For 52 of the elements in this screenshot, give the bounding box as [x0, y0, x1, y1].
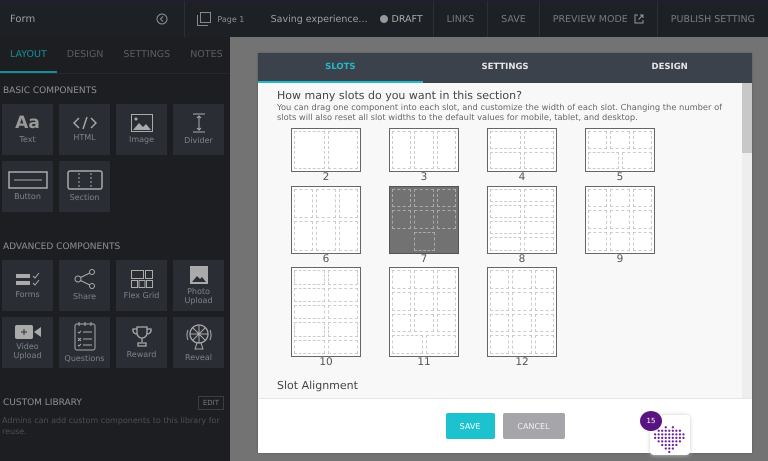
image-icon [130, 114, 152, 132]
text-icon: Aa [15, 114, 40, 132]
slots-heading: How many slots do you want in this section? [277, 89, 523, 102]
component-tile[interactable]: Reveal [173, 317, 224, 368]
pages-icon[interactable] [197, 12, 212, 26]
component-tile[interactable]: Divider [173, 104, 224, 155]
wheel-icon [184, 322, 212, 350]
html-icon [72, 116, 98, 130]
component-tile[interactable]: Photo Upload [173, 260, 224, 311]
component-tile[interactable]: HTML [59, 104, 110, 155]
component-tile[interactable]: Forms [2, 260, 53, 311]
component-tile[interactable]: Reward [116, 317, 167, 368]
page-name: Page 1 [217, 14, 244, 24]
component-tile[interactable]: Share [59, 260, 110, 311]
component-tile[interactable]: Flex Grid [116, 260, 167, 311]
group-title: BASIC COMPONENTS [2, 86, 98, 96]
save-button[interactable]: SAVE [446, 413, 494, 439]
modal-tab[interactable]: SETTINGS [422, 53, 588, 83]
trophy-icon [130, 325, 152, 348]
forms-icon [14, 271, 40, 288]
grid-icon [130, 270, 152, 288]
draft-status: DRAFT [380, 14, 423, 24]
component-tile[interactable]: Section [59, 161, 110, 212]
modal-tab[interactable]: DESIGN [587, 53, 752, 83]
modal-tab[interactable]: SLOTS [258, 53, 423, 83]
sidebar-tab[interactable]: SETTINGS [113, 37, 180, 73]
form-title: Form [10, 14, 36, 24]
component-tile[interactable]: Questions [59, 317, 110, 368]
share-icon [74, 269, 96, 290]
component-tile[interactable]: Video Upload [2, 317, 53, 368]
external-link-icon [634, 14, 644, 24]
video-icon [14, 324, 40, 339]
button-icon [8, 171, 48, 190]
sidebar-tab[interactable]: DESIGN [56, 37, 114, 73]
divider-icon [192, 113, 206, 134]
cancel-button[interactable]: CANCEL [502, 413, 564, 439]
back-circle-icon[interactable] [156, 13, 168, 25]
dotted-heart-icon [653, 425, 687, 455]
sidebar-tab[interactable]: LAYOUT [0, 37, 57, 73]
component-tile[interactable]: Aa Text [2, 104, 53, 155]
slots-description: You can drag one component into each slot, and customize the width of each slot. Changing the number of slots will also reset all slot widths to the default values for mobile, tablet, and desktop. [277, 103, 724, 122]
library-title: CUSTOM LIBRARY [2, 398, 83, 408]
saving-status: Saving experience... [270, 14, 368, 24]
scrollbar[interactable] [742, 83, 752, 398]
photo-icon [190, 266, 208, 284]
component-tile[interactable]: Image [116, 104, 167, 155]
questions-icon [74, 321, 96, 352]
alignment-heading: Slot Alignment [277, 378, 359, 392]
component-tile[interactable]: Button [2, 161, 53, 212]
group-title: ADVANCED COMPONENTS [2, 242, 122, 252]
section-icon [66, 170, 102, 190]
sidebar-tab[interactable]: NOTES [180, 37, 233, 73]
